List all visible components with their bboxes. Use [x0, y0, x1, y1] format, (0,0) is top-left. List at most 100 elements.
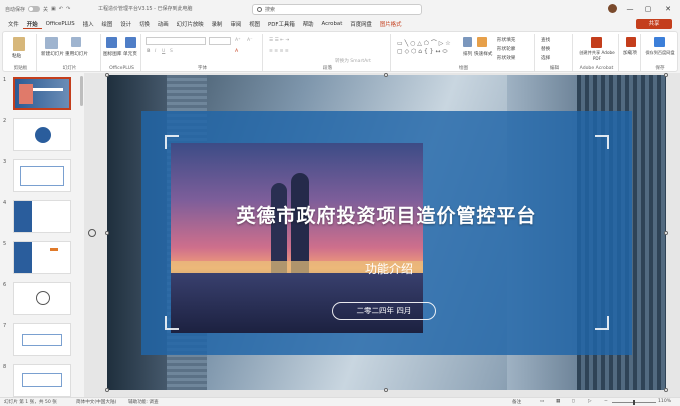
group-label: 编辑 — [549, 66, 560, 71]
reuse-slide-icon[interactable] — [71, 37, 81, 47]
tab-pdf-tools[interactable]: PDF工具箱 — [264, 20, 299, 28]
tab-animations[interactable]: 动画 — [154, 20, 173, 28]
shape-effects-button[interactable]: 形状效果 — [497, 55, 515, 61]
tab-help[interactable]: 帮助 — [299, 20, 318, 28]
zoom-out-icon[interactable]: − — [604, 399, 608, 404]
resize-handle-br[interactable] — [664, 388, 668, 392]
thumbnail-slide-7[interactable] — [13, 323, 71, 356]
maximize-button[interactable]: ▢ — [642, 3, 654, 15]
group-font: B I U S A⁺ A⁻ A 字体 — [143, 34, 263, 71]
resize-handle-l[interactable] — [105, 231, 109, 235]
tab-transitions[interactable]: 切换 — [135, 20, 154, 28]
new-slide-label: 新建幻灯片 — [41, 52, 64, 57]
thumbnail-slide-1[interactable] — [13, 77, 71, 110]
undo-icon[interactable]: ↶ — [59, 6, 63, 12]
tab-review[interactable]: 审阅 — [226, 20, 245, 28]
resize-handle-tr[interactable] — [664, 73, 668, 77]
arrange-icon[interactable] — [463, 37, 472, 47]
align-icon[interactable]: ≡ ≡ ≡ ≡ — [269, 49, 289, 54]
frame-corner-tl — [165, 135, 179, 149]
tab-file[interactable]: 文件 — [4, 20, 23, 28]
avatar[interactable] — [608, 4, 617, 13]
tab-officeplus[interactable]: OfficePLUS — [42, 21, 79, 27]
tab-slideshow[interactable]: 幻灯片放映 — [173, 20, 208, 28]
smartart-label[interactable]: 转换为 SmartArt — [335, 58, 371, 64]
group-label: Adobe Acrobat — [579, 66, 614, 71]
thumb-number: 8 — [3, 364, 7, 370]
thumbnail-slide-8[interactable] — [13, 364, 71, 397]
minimize-button[interactable]: — — [624, 3, 636, 15]
ribbon-tabs: 文件 开始 OfficePLUS 插入 绘图 设计 切换 动画 幻灯片放映 录制… — [0, 18, 680, 30]
language-indicator[interactable]: 简体中文(中国大陆) — [76, 399, 116, 405]
share-button[interactable]: 共享 — [636, 19, 672, 29]
resize-handle-r[interactable] — [664, 231, 668, 235]
find-button[interactable]: 查找 — [541, 37, 550, 43]
thumbnail-slide-5[interactable] — [13, 241, 71, 274]
bullets-icon[interactable]: ☰ ☰ ⇤ ⇥ — [269, 38, 289, 43]
thumbnail-slide-2[interactable] — [13, 118, 71, 151]
shrink-font-icon[interactable]: A⁻ — [247, 38, 253, 43]
tab-picture-format[interactable]: 图片格式 — [376, 20, 406, 28]
redo-icon[interactable]: ↷ — [66, 6, 70, 12]
rotate-handle-icon[interactable] — [88, 229, 96, 237]
tab-insert[interactable]: 插入 — [79, 20, 98, 28]
new-slide-icon[interactable] — [45, 37, 58, 49]
adobe-pdf-icon[interactable] — [591, 37, 602, 48]
quick-styles-icon[interactable] — [477, 37, 487, 47]
font-size-select[interactable] — [209, 37, 231, 45]
resize-handle-bl[interactable] — [105, 388, 109, 392]
normal-view-icon[interactable]: ▭ — [540, 399, 544, 404]
icon-library-icon[interactable] — [106, 37, 117, 48]
notes-button[interactable]: 备注 — [512, 399, 521, 405]
slide-sorter-icon[interactable]: ▦ — [556, 399, 560, 404]
search-box[interactable]: 搜索 — [252, 4, 422, 15]
slide-1[interactable]: 英德市政府投资项目造价管控平台 功能介绍 二零二四年 四月 — [107, 75, 666, 390]
bold-icon[interactable]: B — [147, 49, 151, 54]
select-button[interactable]: 选择 — [541, 55, 550, 61]
group-label: 字体 — [197, 66, 208, 71]
zoom-level[interactable]: 110% — [658, 399, 671, 404]
tab-baidu[interactable]: 百度网盘 — [346, 20, 376, 28]
tab-acrobat[interactable]: Acrobat — [318, 21, 347, 27]
paste-icon[interactable] — [13, 37, 25, 51]
save-icon[interactable]: ▣ — [51, 6, 56, 12]
thumbnail-slide-4[interactable] — [13, 200, 71, 233]
close-button[interactable]: ✕ — [662, 3, 674, 15]
date-pill[interactable]: 二零二四年 四月 — [332, 302, 436, 320]
accessibility-indicator[interactable]: 辅助功能: 调查 — [128, 399, 159, 405]
reading-view-icon[interactable]: ▯ — [572, 399, 575, 404]
tab-draw[interactable]: 绘图 — [97, 20, 116, 28]
baidu-save-icon[interactable] — [654, 37, 665, 47]
tab-home[interactable]: 开始 — [22, 20, 42, 29]
slideshow-icon[interactable]: ▷ — [588, 399, 592, 404]
replace-button[interactable]: 替换 — [541, 46, 550, 52]
font-family-select[interactable] — [146, 37, 206, 45]
group-slides: 新建幻灯片 重用幻灯片 幻灯片 — [39, 34, 101, 71]
tab-record[interactable]: 录制 — [208, 20, 227, 28]
thumbnail-slide-3[interactable] — [13, 159, 71, 192]
font-color-icon[interactable]: A — [235, 49, 238, 54]
shapes-gallery[interactable]: ▭ ╲ ○ △ ⬠ ⌒ ▷ ☆ — [397, 38, 451, 47]
thumbnails-scrollbar[interactable] — [80, 76, 83, 106]
slide-subtitle[interactable]: 功能介绍 — [339, 260, 439, 277]
resize-handle-tl[interactable] — [105, 73, 109, 77]
zoom-slider-knob[interactable] — [633, 400, 635, 405]
underline-icon[interactable]: U — [162, 49, 165, 54]
unit-page-icon[interactable] — [125, 37, 136, 48]
thumb-number: 7 — [3, 323, 7, 329]
addins-icon[interactable] — [626, 37, 636, 47]
resize-handle-t[interactable] — [384, 73, 388, 77]
strikethrough-icon[interactable]: S — [170, 49, 173, 54]
resize-handle-b[interactable] — [384, 388, 388, 392]
grow-font-icon[interactable]: A⁺ — [235, 38, 241, 43]
autosave-toggle[interactable] — [28, 6, 41, 12]
group-officeplus: 图标图库 单元页 OfficePLUS — [103, 34, 141, 71]
thumb-number: 5 — [3, 241, 7, 247]
tab-design[interactable]: 设计 — [116, 20, 135, 28]
tab-view[interactable]: 视图 — [245, 20, 264, 28]
shape-outline-button[interactable]: 形状轮廓 — [497, 46, 515, 52]
italic-icon[interactable]: I — [155, 49, 156, 54]
thumbnail-slide-6[interactable] — [13, 282, 71, 315]
slide-title[interactable]: 英德市政府投资项目造价管控平台 — [107, 201, 666, 228]
shape-fill-button[interactable]: 形状填充 — [497, 37, 515, 43]
